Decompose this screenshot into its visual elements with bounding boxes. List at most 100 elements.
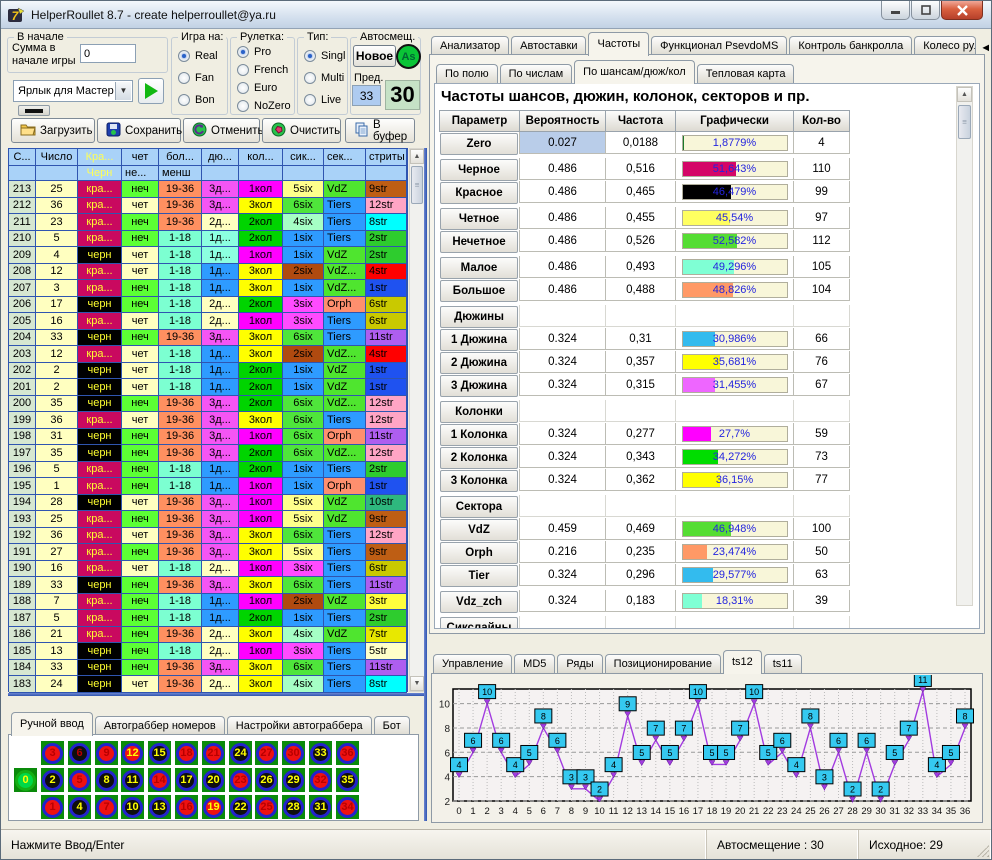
frequency-param-cell[interactable]: 3 Колонка xyxy=(440,470,518,492)
tab-analysis-4[interactable]: Контроль банкролла xyxy=(789,36,912,56)
frequency-param-cell[interactable]: Нечетное xyxy=(440,231,518,253)
scroll-down-icon[interactable]: ▼ xyxy=(410,676,424,691)
number-button-11[interactable]: 11 xyxy=(121,768,144,792)
frequency-param-cell[interactable]: Черное xyxy=(440,159,518,181)
frequency-scrollbar[interactable]: ▲ xyxy=(956,86,973,606)
tab-series-4[interactable]: ts12 xyxy=(723,650,762,674)
frequency-param-cell[interactable]: 1 Колонка xyxy=(440,424,518,446)
number-button-23[interactable]: 23 xyxy=(229,768,252,792)
copy-to-buffer-button[interactable]: В буфер xyxy=(345,118,415,143)
number-button-7[interactable]: 7 xyxy=(95,795,118,819)
radio-option-nozero[interactable]: NoZero xyxy=(237,100,291,112)
toolbar-button-3[interactable]: Очистить xyxy=(262,118,341,143)
tab-input-2[interactable]: Настройки автограббера xyxy=(227,716,372,736)
radio-option-bon[interactable]: Bon xyxy=(178,94,215,106)
frequency-param-cell[interactable]: Малое xyxy=(440,257,518,279)
number-button-34[interactable]: 34 xyxy=(336,795,359,819)
radio-option-real[interactable]: Real xyxy=(178,50,218,62)
history-header-cell[interactable]: Черн xyxy=(78,166,122,181)
frequency-param-cell[interactable]: Tier xyxy=(440,565,518,587)
history-header-cell[interactable]: бол... xyxy=(159,149,202,166)
collapse-button[interactable] xyxy=(18,105,50,116)
chevron-down-icon[interactable]: ▼ xyxy=(115,82,131,100)
number-button-9[interactable]: 9 xyxy=(95,741,118,765)
number-button-35[interactable]: 35 xyxy=(336,768,359,792)
scroll-up-icon[interactable]: ▲ xyxy=(957,87,972,102)
toolbar-button-2[interactable]: Отменить xyxy=(183,118,260,143)
tab-input-3[interactable]: Бот xyxy=(374,716,410,736)
number-button-27[interactable]: 27 xyxy=(255,741,278,765)
number-button-21[interactable]: 21 xyxy=(202,741,225,765)
history-header-cell[interactable] xyxy=(239,166,283,181)
tab-freq-2[interactable]: По шансам/дюж/кол xyxy=(574,60,695,84)
radio-option-euro[interactable]: Euro xyxy=(237,82,277,94)
number-button-36[interactable]: 36 xyxy=(336,741,359,765)
history-header-cell[interactable]: стриты xyxy=(366,149,407,166)
history-header-cell[interactable] xyxy=(202,166,239,181)
history-header-cell[interactable]: Кра... xyxy=(78,149,122,166)
tab-input-1[interactable]: Автограббер номеров xyxy=(95,716,225,736)
tab-series-0[interactable]: Управление xyxy=(433,654,512,674)
number-button-28[interactable]: 28 xyxy=(282,795,305,819)
resize-grip[interactable] xyxy=(977,845,989,857)
number-button-6[interactable]: 6 xyxy=(68,741,91,765)
tab-analysis-3[interactable]: Функционал PsevdoMS xyxy=(651,36,787,56)
radio-option-multi[interactable]: Multi xyxy=(304,72,344,84)
line-chart[interactable]: 2468104610645863324957571055710564836262… xyxy=(433,675,983,821)
history-header-cell[interactable]: сик... xyxy=(283,149,324,166)
tab-analysis-1[interactable]: Автоставки xyxy=(511,36,586,56)
preset-dropdown[interactable]: Ярлык для Мастер ▼ xyxy=(13,80,133,102)
play-button[interactable] xyxy=(138,78,164,104)
frequency-param-cell[interactable]: Orph xyxy=(440,542,518,564)
history-header-cell[interactable]: С... xyxy=(9,149,36,166)
number-button-0[interactable]: 0 xyxy=(14,768,37,792)
tab-analysis-2[interactable]: Частоты xyxy=(588,32,649,56)
number-button-15[interactable]: 15 xyxy=(148,741,171,765)
close-button[interactable] xyxy=(941,1,983,20)
tab-series-2[interactable]: Ряды xyxy=(557,654,602,674)
number-button-1[interactable]: 1 xyxy=(41,795,64,819)
as-badge[interactable]: As xyxy=(396,44,421,69)
number-button-4[interactable]: 4 xyxy=(68,795,91,819)
number-button-22[interactable]: 22 xyxy=(229,795,252,819)
vertical-splitter[interactable] xyxy=(424,148,427,821)
history-scrollbar-thumb[interactable] xyxy=(411,166,423,204)
frequency-param-cell[interactable]: 2 Дюжина xyxy=(440,352,518,374)
scroll-up-icon[interactable]: ▲ xyxy=(410,149,424,164)
frequency-header-cell[interactable]: Частота xyxy=(605,110,676,132)
number-button-30[interactable]: 30 xyxy=(282,741,305,765)
history-header-cell[interactable]: Число xyxy=(36,149,78,166)
frequency-scrollbar-thumb[interactable] xyxy=(958,105,971,139)
history-header-cell[interactable] xyxy=(9,166,36,181)
tab-freq-3[interactable]: Тепловая карта xyxy=(697,64,795,84)
history-header-cell[interactable] xyxy=(283,166,324,181)
tab-series-5[interactable]: ts11 xyxy=(764,654,802,674)
frequency-param-cell[interactable]: Vdz_zch xyxy=(440,591,518,613)
title-bar[interactable]: 7 HelperRoullet 8.7 - create helperroull… xyxy=(1,1,991,29)
number-button-3[interactable]: 3 xyxy=(41,741,64,765)
number-button-18[interactable]: 18 xyxy=(175,741,198,765)
frequency-param-cell[interactable]: 1 Дюжина xyxy=(440,329,518,351)
history-header-cell[interactable]: менш xyxy=(159,166,202,181)
tab-scroll-left-icon[interactable]: ◄ xyxy=(980,42,991,54)
frequency-header-cell[interactable]: Параметр xyxy=(439,110,520,132)
number-button-19[interactable]: 19 xyxy=(202,795,225,819)
tab-freq-0[interactable]: По полю xyxy=(436,64,498,84)
history-header-cell[interactable] xyxy=(36,166,78,181)
radio-option-singl[interactable]: Singl xyxy=(304,50,345,62)
number-button-20[interactable]: 20 xyxy=(202,768,225,792)
frequency-header-cell[interactable]: Графически xyxy=(675,110,794,132)
number-button-5[interactable]: 5 xyxy=(68,768,91,792)
history-header-cell[interactable]: кол... xyxy=(239,149,283,166)
frequency-param-cell[interactable]: VdZ xyxy=(440,519,518,541)
number-button-29[interactable]: 29 xyxy=(282,768,305,792)
number-button-33[interactable]: 33 xyxy=(309,741,332,765)
number-button-32[interactable]: 32 xyxy=(309,768,332,792)
radio-option-pro[interactable]: Pro xyxy=(237,46,271,58)
history-header-cell[interactable] xyxy=(324,166,366,181)
frequency-param-cell[interactable]: Красное xyxy=(440,182,518,204)
number-button-14[interactable]: 14 xyxy=(148,768,171,792)
number-button-17[interactable]: 17 xyxy=(175,768,198,792)
number-button-26[interactable]: 26 xyxy=(255,768,278,792)
history-scrollbar[interactable]: ▲ ▼ xyxy=(409,148,425,692)
